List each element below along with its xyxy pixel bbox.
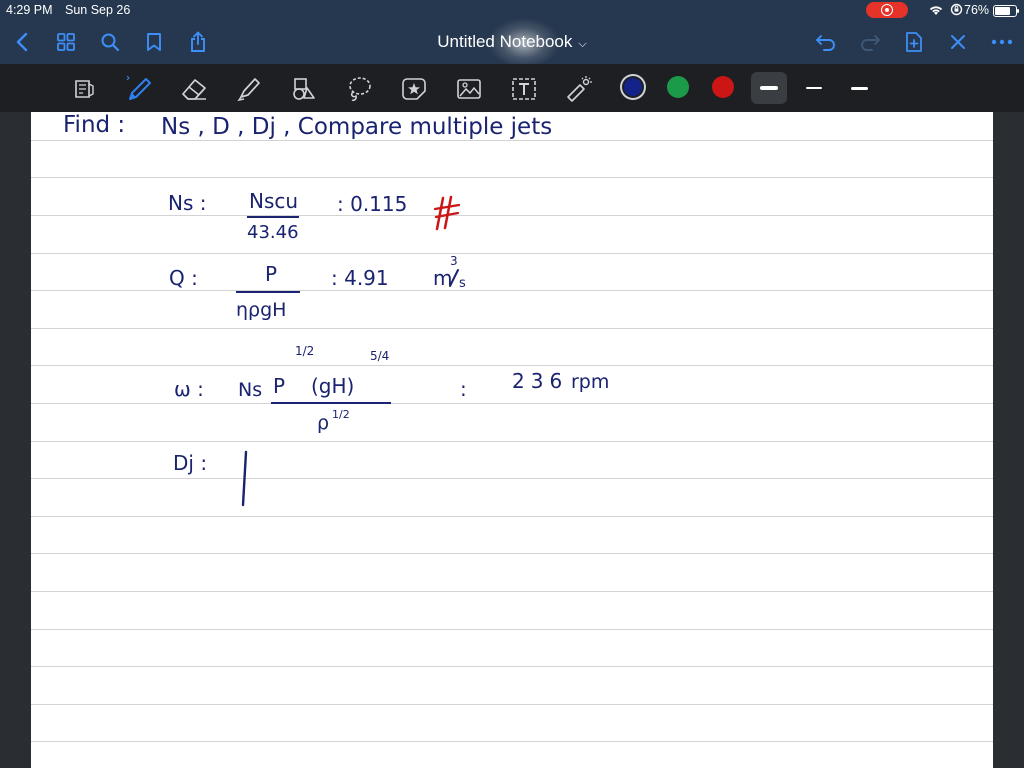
ruled-line <box>31 741 993 742</box>
reader-mode-tool[interactable] <box>69 74 99 104</box>
wifi-icon <box>929 5 943 15</box>
stroke-width-medium[interactable] <box>841 72 877 104</box>
text-icon <box>512 78 536 100</box>
close-button[interactable] <box>944 28 972 56</box>
q-numerator: P <box>265 262 278 286</box>
pen-tool[interactable] <box>124 74 154 104</box>
battery-icon <box>993 5 1019 17</box>
image-tool[interactable] <box>454 74 484 104</box>
add-page-icon <box>906 32 922 52</box>
q-lhs: Q : <box>169 266 198 290</box>
omega-p-exponent: 1/2 <box>295 344 315 358</box>
reader-icon <box>75 80 94 98</box>
shapes-tool[interactable] <box>289 74 319 104</box>
battery-percentage: 76% <box>964 3 990 17</box>
add-page-button[interactable] <box>900 28 928 56</box>
text-tool[interactable] <box>509 74 539 104</box>
redo-icon <box>861 35 880 51</box>
ruled-line <box>31 478 993 479</box>
more-icon <box>991 39 1013 45</box>
find-items: Ns , D , Dj , Compare multiple jets <box>161 114 553 140</box>
stroke-width-thick[interactable] <box>751 72 787 104</box>
ns-lhs: Ns : <box>168 191 207 215</box>
close-icon <box>951 35 965 49</box>
redo-button[interactable] <box>856 28 884 56</box>
omega-equals: : <box>460 377 467 401</box>
chevron-down-icon: ⌵ <box>578 38 587 50</box>
undo-button[interactable] <box>812 28 840 56</box>
find-label: Find : <box>63 112 126 138</box>
ns-denominator: 43.46 <box>247 222 299 243</box>
omega-gh: (gH) <box>311 374 355 398</box>
dj-lhs: Dj : <box>173 451 208 475</box>
ruled-line <box>31 403 993 404</box>
screen-recording-indicator[interactable] <box>866 2 908 18</box>
q-fraction-bar <box>236 291 300 293</box>
notebook-page[interactable]: Find : Ns , D , Dj , Compare multiple je… <box>31 112 993 768</box>
q-result: : 4.91 <box>331 266 389 290</box>
omega-ns: Ns <box>238 379 263 401</box>
color-swatch-navy[interactable] <box>624 78 642 96</box>
omega-denominator: ρ <box>317 412 330 434</box>
image-icon <box>457 79 481 99</box>
omega-lhs: ω : <box>174 377 204 401</box>
omega-fraction-bar <box>271 402 391 404</box>
highlighter-icon <box>237 78 260 102</box>
omega-gh-exponent: 5/4 <box>370 349 390 363</box>
q-unit-exponent: 3 <box>450 254 458 268</box>
laser-pointer-tool[interactable] <box>564 74 594 104</box>
ruled-line <box>31 629 993 630</box>
eraser-icon <box>182 79 206 100</box>
lasso-tool[interactable] <box>344 74 374 104</box>
ruled-line <box>31 140 993 141</box>
ruled-line <box>31 215 993 216</box>
ns-result: : 0.115 <box>337 192 408 216</box>
more-button[interactable] <box>988 28 1016 56</box>
sticker-tool[interactable] <box>399 74 429 104</box>
status-date: Sun Sep 26 <box>65 3 131 17</box>
ruled-line <box>31 591 993 592</box>
omega-value: 236 <box>512 369 569 393</box>
eraser-tool[interactable] <box>179 74 209 104</box>
ruled-line <box>31 704 993 705</box>
omega-unit: rpm <box>571 371 610 393</box>
sticker-icon <box>402 78 426 100</box>
ns-fraction-bar <box>247 216 299 218</box>
ruled-line <box>31 365 993 366</box>
ruled-line <box>31 516 993 517</box>
notebook-title-text: Untitled Notebook <box>437 32 573 51</box>
pen-icon <box>126 75 151 100</box>
handwriting-cursor-stroke <box>241 450 248 507</box>
status-bar: 4:29 PM Sun Sep 26 76% <box>0 0 1024 20</box>
omega-den-exponent: 1/2 <box>332 408 350 421</box>
ruled-line <box>31 553 993 554</box>
highlighter-tool[interactable] <box>234 74 264 104</box>
lasso-icon <box>349 77 371 101</box>
ruled-line <box>31 253 993 254</box>
status-time: 4:29 PM <box>6 3 53 17</box>
stroke-width-thin[interactable] <box>796 72 832 104</box>
ns-numerator: Nscu <box>249 189 299 213</box>
navigation-bar: Untitled Notebook ⌵ <box>0 18 1024 68</box>
color-swatch-green[interactable] <box>667 76 689 98</box>
q-denominator: ηρgH <box>236 299 287 321</box>
ruled-line <box>31 441 993 442</box>
ruled-line <box>31 328 993 329</box>
ruled-line <box>31 290 993 291</box>
orientation-lock-icon <box>950 3 963 16</box>
ruled-line <box>31 177 993 178</box>
ruled-line <box>31 666 993 667</box>
q-unit-denominator: s <box>459 276 466 291</box>
undo-icon <box>816 35 835 51</box>
color-swatch-red[interactable] <box>712 76 734 98</box>
shapes-icon <box>293 78 315 100</box>
omega-numerator-p: P <box>273 374 286 398</box>
laser-icon <box>567 76 592 102</box>
red-mark <box>433 195 461 231</box>
